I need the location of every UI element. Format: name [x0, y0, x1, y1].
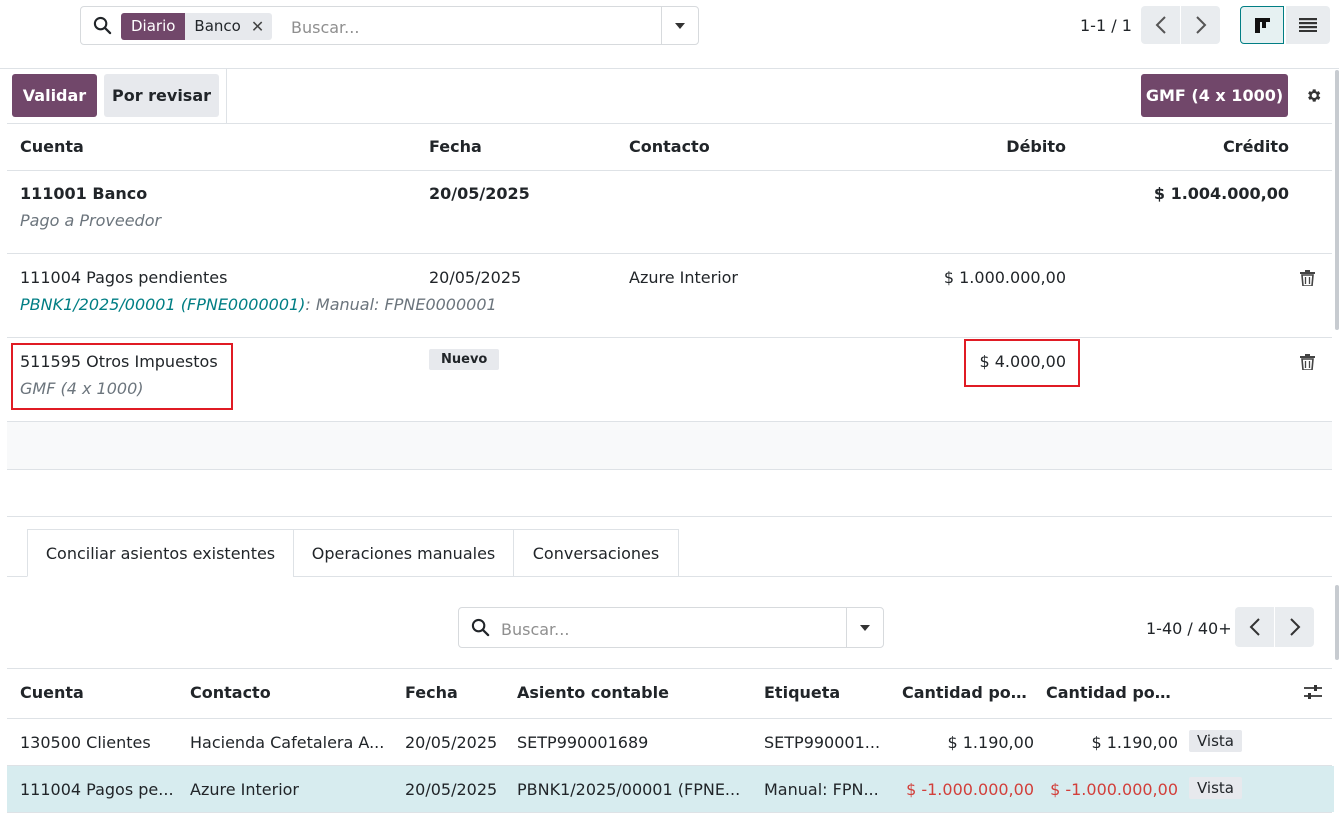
chevron-left-icon [1155, 16, 1166, 34]
row-divider [7, 516, 1332, 517]
view-button[interactable]: Vista [1189, 777, 1242, 799]
list-view-button[interactable] [1286, 6, 1330, 44]
entry-debit[interactable]: $ 4.000,00 [950, 352, 1066, 371]
entry-contact[interactable]: Azure Interior [629, 268, 738, 287]
search-options-toggle[interactable] [661, 7, 698, 44]
col-header-account[interactable]: Cuenta [20, 137, 84, 156]
column-settings-icon[interactable] [1304, 684, 1322, 700]
trash-icon[interactable] [1300, 270, 1315, 286]
col-header-contact[interactable]: Contacto [629, 137, 710, 156]
lower-search-input[interactable] [499, 615, 843, 644]
entry-account[interactable]: 511595 Otros Impuestos [20, 352, 218, 371]
lower-row-contact[interactable]: Azure Interior [190, 780, 299, 799]
lower-pager-value[interactable]: 1-40 / 40+ [1146, 619, 1232, 638]
lower-col-account[interactable]: Cuenta [20, 683, 84, 702]
search-bar[interactable]: Diario Banco ✕ [80, 6, 699, 45]
lower-col-label[interactable]: Etiqueta [764, 683, 840, 702]
entry-date[interactable]: 20/05/2025 [429, 184, 530, 203]
tab-reconcile[interactable]: Conciliar asientos existentes [27, 529, 294, 577]
lower-row-date[interactable]: 20/05/2025 [405, 733, 497, 752]
chevron-right-icon [1195, 16, 1206, 34]
caret-down-icon [860, 624, 870, 631]
lower-row-amount-residual[interactable]: $ 1.190,00 [890, 733, 1034, 752]
chevron-left-icon [1249, 618, 1260, 636]
gear-icon[interactable] [1305, 87, 1322, 104]
pager-value[interactable]: 1-1 / 1 [1080, 16, 1132, 35]
lower-col-amount-currency[interactable]: Cantidad por ... [1046, 683, 1178, 702]
lower-row-amount-currency[interactable]: $ -1.000.000,00 [1024, 780, 1178, 799]
lower-row-account[interactable]: 130500 Clientes [20, 733, 151, 752]
pager-previous-button[interactable] [1141, 6, 1180, 44]
lower-table-top-border [7, 668, 1332, 669]
payment-reference-link[interactable]: PBNK1/2025/00001 (FPNE0000001) [20, 295, 305, 314]
lower-row-move[interactable]: PBNK1/2025/00001 (FPNE... [517, 780, 751, 799]
list-icon [1299, 18, 1317, 32]
toolbar-separator [226, 69, 227, 123]
caret-down-icon [675, 22, 685, 29]
search-facet: Diario Banco ✕ [121, 13, 273, 40]
view-button[interactable]: Vista [1189, 730, 1242, 752]
entry-account[interactable]: 111001 Banco [20, 184, 147, 203]
chevron-right-icon [1289, 618, 1300, 636]
entry-credit[interactable]: $ 1.004.000,00 [1100, 184, 1289, 203]
search-input[interactable] [289, 13, 663, 42]
lower-row-date[interactable]: 20/05/2025 [405, 780, 497, 799]
scrollbar[interactable] [1335, 70, 1339, 330]
lower-search-options-toggle[interactable] [846, 608, 883, 647]
lower-row-amount-residual[interactable]: $ -1.000.000,00 [880, 780, 1034, 799]
pager-next-button[interactable] [1181, 6, 1220, 44]
row-divider [7, 253, 1332, 254]
lower-header-bottom-border [7, 718, 1332, 719]
lower-col-amount-residual[interactable]: Cantidad por ... [902, 683, 1034, 702]
header-divider [0, 68, 1339, 69]
entry-label: Pago a Proveedor [20, 211, 162, 230]
lower-row-label[interactable]: Manual: FPN... [764, 780, 886, 799]
row-divider [7, 812, 1332, 813]
entry-reference-line: PBNK1/2025/00001 (FPNE0000001): Manual: … [20, 295, 497, 314]
lower-row-contact[interactable]: Hacienda Cafetalera A... [190, 733, 390, 752]
facet-label: Diario [121, 13, 186, 40]
lower-pager-next-button[interactable] [1275, 607, 1314, 647]
entry-account[interactable]: 111004 Pagos pendientes [20, 268, 227, 287]
kanban-view-button[interactable] [1240, 6, 1284, 44]
entry-label: GMF (4 x 1000) [20, 379, 144, 398]
search-icon [93, 16, 112, 35]
col-header-debit[interactable]: Débito [900, 137, 1066, 156]
remove-facet-icon[interactable]: ✕ [251, 13, 264, 40]
row-divider [7, 337, 1332, 338]
lower-col-contact[interactable]: Contacto [190, 683, 271, 702]
validate-button[interactable]: Validar [12, 74, 97, 117]
col-header-date[interactable]: Fecha [429, 137, 482, 156]
lower-pager-previous-button[interactable] [1235, 607, 1274, 647]
lower-col-move[interactable]: Asiento contable [517, 683, 669, 702]
entry-date[interactable]: 20/05/2025 [429, 268, 521, 287]
lower-search-bar[interactable] [458, 607, 884, 648]
trash-icon[interactable] [1300, 354, 1315, 370]
entry-debit[interactable]: $ 1.000.000,00 [880, 268, 1066, 287]
scrollbar[interactable] [1335, 585, 1339, 660]
lower-row-label[interactable]: SETP990001... [764, 733, 886, 752]
table-top-border [7, 123, 1332, 124]
lower-row-amount-currency[interactable]: $ 1.190,00 [1034, 733, 1178, 752]
empty-row [7, 422, 1332, 469]
new-badge: Nuevo [429, 349, 500, 370]
facet-value: Banco [194, 17, 241, 35]
gmf-model-button[interactable]: GMF (4 x 1000) [1141, 74, 1288, 117]
row-divider [7, 469, 1332, 470]
review-button[interactable]: Por revisar [104, 74, 219, 117]
kanban-icon [1254, 17, 1270, 33]
header-bottom-border [7, 170, 1332, 171]
lower-col-date[interactable]: Fecha [405, 683, 458, 702]
lower-row-move[interactable]: SETP990001689 [517, 733, 648, 752]
col-header-credit[interactable]: Crédito [1120, 137, 1289, 156]
tab-conversations[interactable]: Conversaciones [513, 529, 679, 577]
tab-manual-operations[interactable]: Operaciones manuales [293, 529, 514, 577]
search-icon [471, 618, 490, 637]
lower-row-account[interactable]: 111004 Pagos pe... [20, 780, 174, 799]
entry-label: : Manual: FPNE0000001 [305, 295, 497, 314]
